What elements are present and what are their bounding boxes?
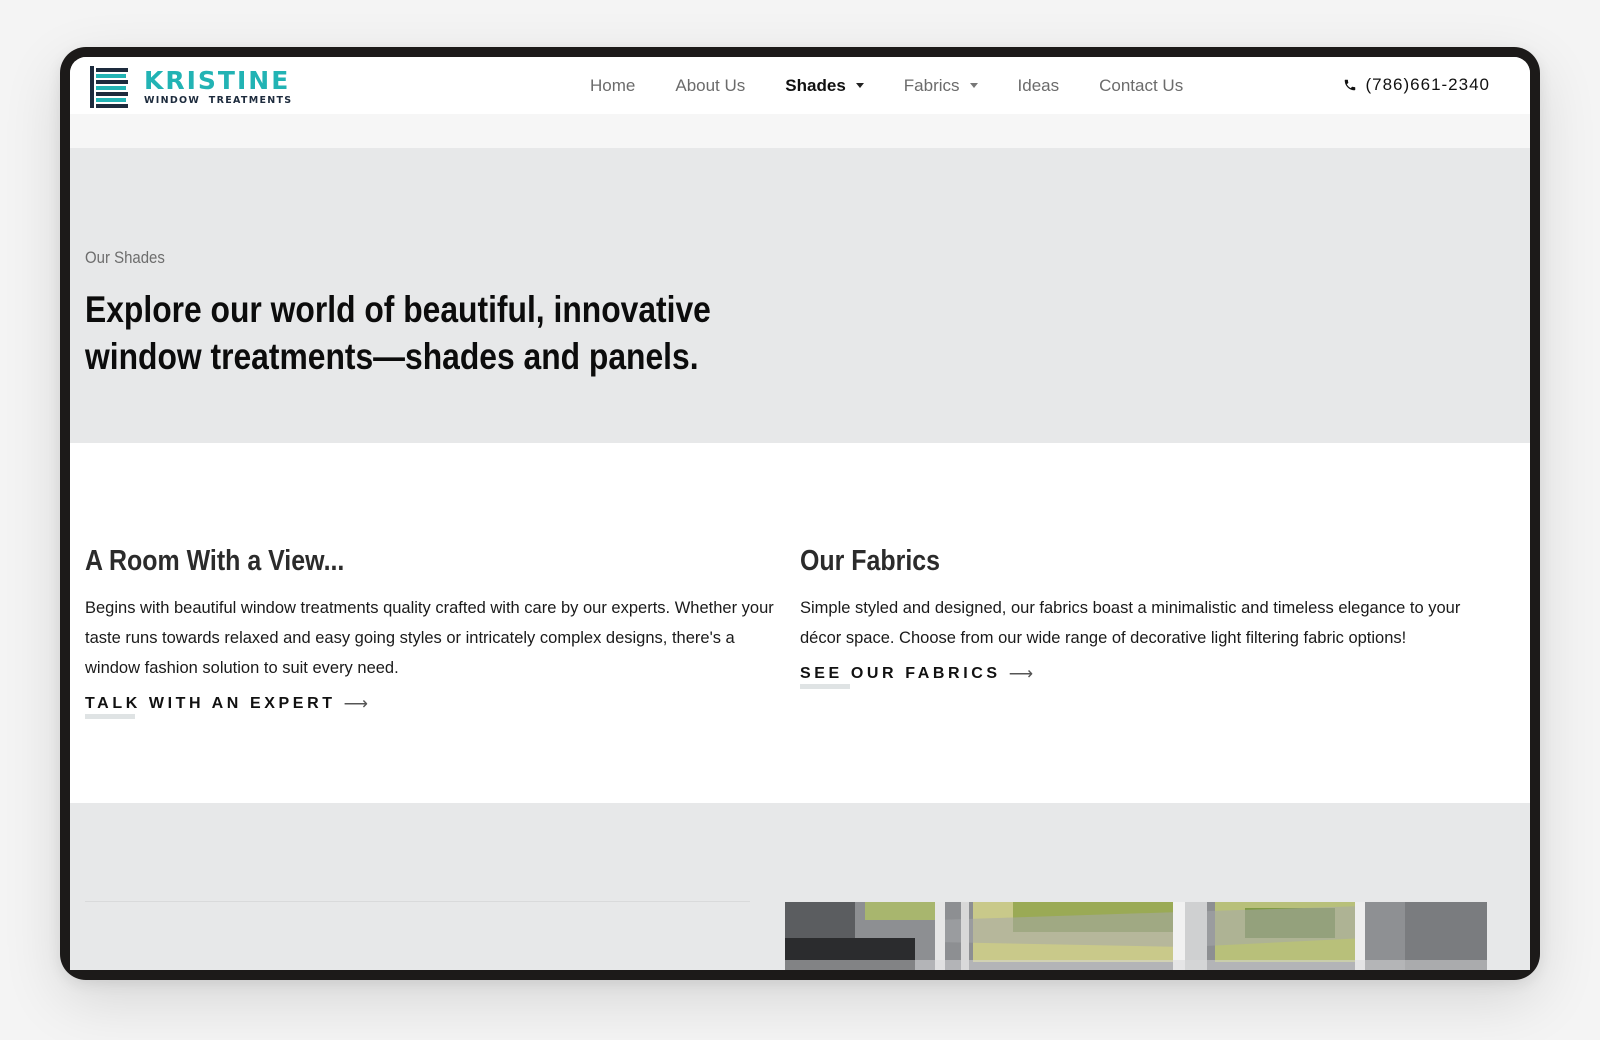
cta-label: TALK WITH AN EXPERT: [85, 695, 336, 712]
feature-body: Simple styled and designed, our fabrics …: [800, 599, 1461, 647]
nav-item-label: Home: [590, 75, 636, 95]
cta-underline: [85, 714, 135, 719]
nav-item-label: Shades: [785, 75, 846, 95]
browser-viewport: KRISTINE WINDOW TREATMENTS Home About Us…: [70, 57, 1530, 970]
nav-item-label: About Us: [675, 75, 746, 95]
cta-underline: [800, 684, 850, 689]
main-menu: Home About Us Shades Fabrics Ideas Conta…: [590, 57, 1223, 114]
feature-title: A Room With a View...: [85, 545, 345, 577]
bottom-section: [70, 803, 1530, 970]
nav-item-shades[interactable]: Shades: [785, 75, 864, 96]
feature-body: Begins with beautiful window treatments …: [85, 599, 774, 677]
brand-name: KRISTINE: [144, 65, 291, 95]
phone-icon: [1345, 79, 1356, 91]
brand-subtitle: WINDOW TREATMENTS: [144, 94, 293, 106]
see-our-fabrics-link[interactable]: SEE OUR FABRICS ⟶: [800, 664, 1034, 689]
chevron-down-icon: [969, 83, 978, 88]
nav-item-label: Fabrics: [903, 75, 960, 95]
feature-room-with-view: A Room With a View... Begins with beauti…: [85, 543, 775, 719]
brand-logo[interactable]: KRISTINE WINDOW TREATMENTS: [90, 65, 292, 109]
phone-link[interactable]: (786)661-2340: [1343, 75, 1490, 95]
feature-title: Our Fabrics: [800, 545, 940, 577]
window-photo-image: [785, 902, 1487, 970]
nav-item-fabrics[interactable]: Fabrics: [904, 76, 978, 96]
nav-item-about-us[interactable]: About Us: [675, 76, 745, 96]
blinds-logo-icon: [90, 66, 128, 108]
nav-item-label: Contact Us: [1099, 75, 1184, 95]
hero-title: Explore our world of beautiful, innovati…: [85, 289, 711, 377]
window-room-photo: [785, 902, 1487, 970]
arrow-right-icon: ⟶: [343, 694, 368, 713]
cta-label: SEE OUR FABRICS: [800, 665, 1001, 682]
talk-with-expert-link[interactable]: TALK WITH AN EXPERT ⟶: [85, 694, 368, 719]
nav-item-label: Ideas: [1017, 75, 1060, 95]
chevron-down-icon: [855, 83, 864, 88]
hero-section: Our Shades Explore our world of beautifu…: [70, 148, 1530, 443]
nav-item-ideas[interactable]: Ideas: [1018, 76, 1060, 96]
nav-item-home[interactable]: Home: [590, 76, 635, 96]
arrow-right-icon: ⟶: [1008, 664, 1034, 683]
phone-number: (786)661-2340: [1365, 75, 1490, 94]
hero-eyebrow: Our Shades: [85, 248, 165, 267]
device-frame: KRISTINE WINDOW TREATMENTS Home About Us…: [60, 47, 1540, 980]
feature-our-fabrics: Our Fabrics Simple styled and designed, …: [800, 543, 1490, 689]
top-navigation: KRISTINE WINDOW TREATMENTS Home About Us…: [70, 57, 1530, 114]
nav-item-contact-us[interactable]: Contact Us: [1099, 76, 1183, 96]
divider: [85, 901, 750, 902]
nav-spacer: [70, 114, 1530, 148]
